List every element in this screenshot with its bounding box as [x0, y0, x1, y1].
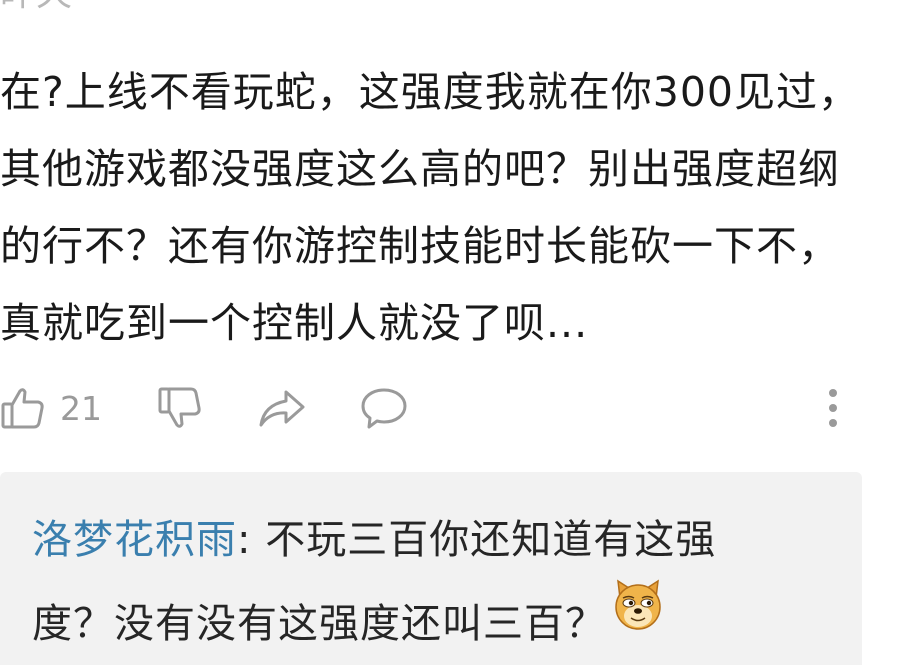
share-button[interactable] [258, 380, 306, 436]
comment-timestamp: 昨天 [0, 0, 72, 16]
comment-text: 在?上线不看玩蛇，这强度我就在你300见过，其他游戏都没强度这么高的吧？别出强度… [0, 68, 861, 347]
comment-item: 昨天 在?上线不看玩蛇，这强度我就在你300见过，其他游戏都没强度这么高的吧？别… [0, 0, 898, 665]
more-vertical-icon [818, 385, 848, 431]
reply-separator: : [237, 517, 266, 563]
share-icon [258, 385, 306, 431]
more-options-button[interactable] [818, 380, 848, 436]
like-count: 21 [60, 388, 102, 428]
like-button[interactable]: 21 [0, 380, 102, 436]
reply-username[interactable]: 洛梦花积雨 [32, 517, 237, 563]
reply-button[interactable] [360, 380, 408, 436]
comment-actions-bar: 21 [0, 380, 880, 436]
dislike-button[interactable] [157, 380, 203, 436]
reply-preview[interactable]: 洛梦花积雨: 不玩三百你还知道有这强度？没有没有这强度还叫三百？ [0, 472, 862, 665]
thumbs-up-icon [0, 385, 46, 431]
comment-bubble-icon [360, 385, 408, 431]
thumbs-down-icon [157, 385, 203, 431]
reply-content: 洛梦花积雨: 不玩三百你还知道有这强度？没有没有这强度还叫三百？ [32, 498, 752, 665]
doge-emoji-icon [610, 576, 666, 661]
